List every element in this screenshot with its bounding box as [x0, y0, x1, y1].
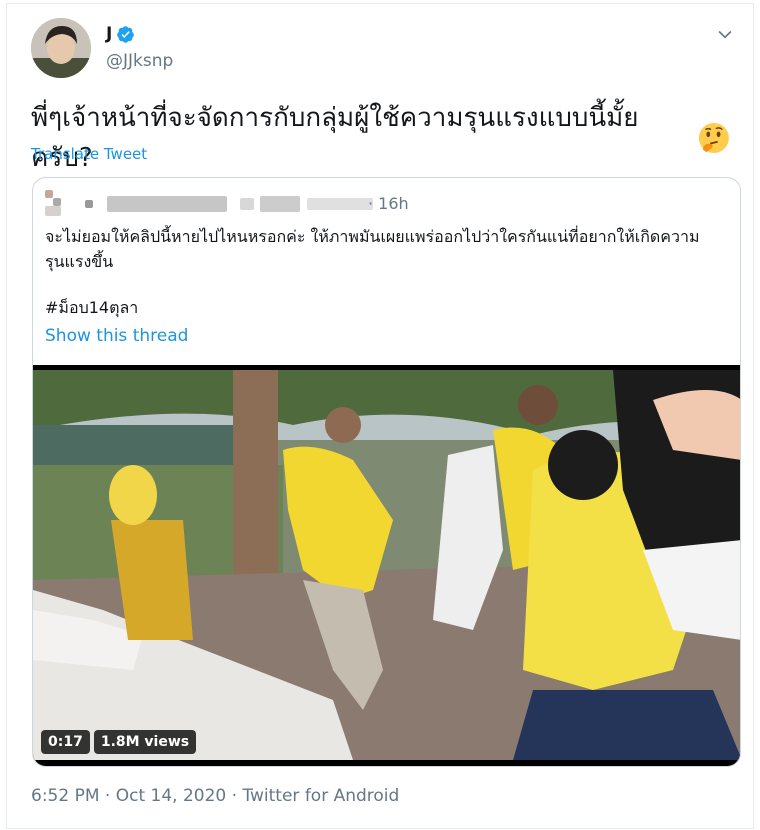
- quoted-tweet[interactable]: · 16h จะไม่ยอมให้คลิปนี้หายไปไหนหรอกค่ะ …: [32, 177, 741, 767]
- tweet-body: พี่ๆเจ้าหน้าที่จะจัดการกับกลุ่มผู้ใช้ควา…: [31, 103, 639, 173]
- verified-badge-icon: [117, 25, 135, 43]
- tweet-text: พี่ๆเจ้าหน้าที่จะจัดการกับกลุ่มผู้ใช้ควา…: [31, 98, 731, 178]
- avatar[interactable]: [31, 18, 91, 78]
- video-player[interactable]: 0:17 1.8M views: [33, 365, 740, 766]
- tweet-footer: 6:52 PM · Oct 14, 2020 · Twitter for And…: [31, 786, 399, 806]
- footer-separator: ·: [99, 786, 116, 806]
- chevron-down-icon[interactable]: [715, 24, 735, 44]
- tweet-source[interactable]: Twitter for Android: [242, 786, 399, 806]
- thinking-face-icon: [699, 123, 730, 153]
- video-views-badge: 1.8M views: [93, 730, 197, 754]
- user-handle[interactable]: @JJksnp: [106, 51, 173, 71]
- display-name[interactable]: J: [106, 24, 112, 44]
- tweet-time[interactable]: 6:52 PM: [31, 786, 100, 806]
- tweet-date[interactable]: Oct 14, 2020: [116, 786, 227, 806]
- tweet-card: J @JJksnp พี่ๆเจ้าหน้าที่จะจัดการกับกลุ่…: [6, 3, 754, 829]
- translate-tweet-link[interactable]: Translate Tweet: [31, 145, 147, 163]
- footer-separator: ·: [226, 786, 243, 806]
- quoted-text: จะไม่ยอมให้คลิปนี้หายไปไหนหรอกค่ะ ให้ภาพ…: [45, 227, 700, 271]
- video-frame-image: [33, 370, 740, 760]
- quoted-timestamp[interactable]: · 16h: [368, 194, 409, 213]
- quoted-hashtag[interactable]: #ม็อบ14ตุลา: [45, 296, 138, 321]
- video-duration-badge: 0:17: [41, 730, 90, 754]
- show-thread-link[interactable]: Show this thread: [45, 326, 188, 346]
